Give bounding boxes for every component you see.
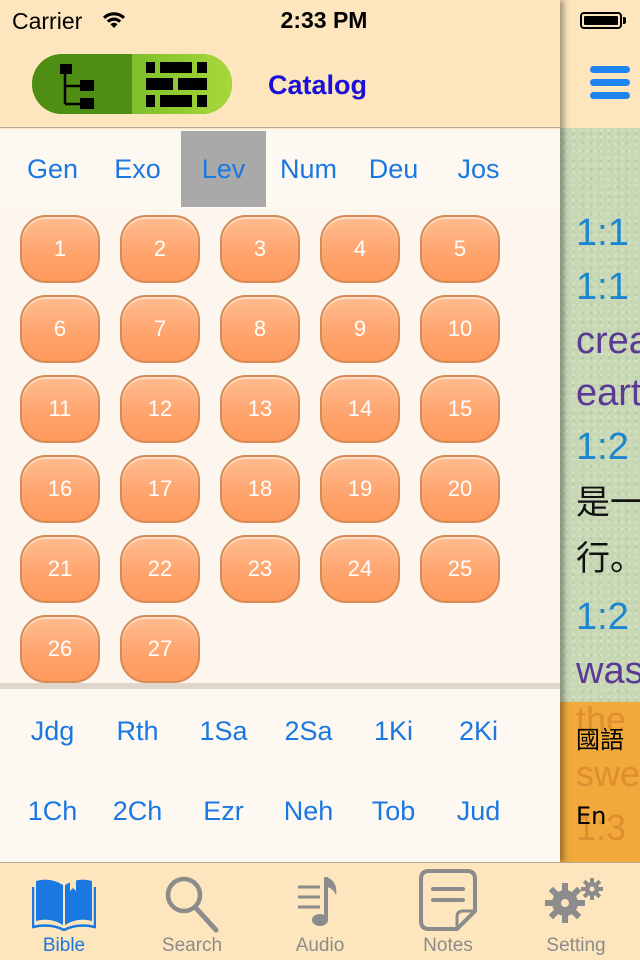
verse-ref: 1:2	[576, 596, 629, 638]
language-label: En	[576, 802, 607, 830]
chapter-button[interactable]: 19	[320, 455, 400, 523]
chapter-button[interactable]: 21	[20, 535, 100, 603]
book-tob[interactable]: Tob	[351, 773, 436, 849]
chapter-button[interactable]: 6	[20, 295, 100, 363]
book-deu[interactable]: Deu	[351, 131, 436, 207]
clock: 2:33 PM	[280, 7, 368, 33]
menu-icon-bar	[590, 66, 630, 73]
verse-text-ghost: swe	[576, 753, 640, 794]
tab-bar: Bible Search Audio Notes Setting	[0, 862, 640, 960]
tab-label: Notes	[423, 935, 473, 956]
gears-icon	[545, 878, 603, 923]
chapter-button[interactable]: 26	[20, 615, 100, 683]
chapter-button[interactable]: 17	[120, 455, 200, 523]
music-list-icon	[298, 877, 337, 926]
catalog-title[interactable]: Catalog	[268, 70, 367, 101]
note-icon	[419, 869, 477, 931]
menu-icon-bar	[590, 92, 630, 99]
tree-hierarchy-icon	[60, 64, 94, 109]
hamburger-menu-button[interactable]	[590, 66, 630, 100]
book-rth[interactable]: Rth	[95, 693, 180, 769]
status-bar: Carrier 2:33 PM	[0, 0, 560, 40]
book-neh[interactable]: Neh	[266, 773, 351, 849]
tab-setting[interactable]: Setting	[512, 863, 640, 960]
book-jos[interactable]: Jos	[436, 131, 521, 207]
tab-label: Audio	[295, 935, 345, 956]
tab-label: Bible	[42, 935, 86, 956]
chapter-button[interactable]: 4	[320, 215, 400, 283]
view-mode-segmented-control[interactable]	[32, 54, 232, 114]
book-exo[interactable]: Exo	[95, 131, 180, 207]
catalog-panel: Carrier 2:33 PM Catalog Gen Exo Lev Num …	[0, 0, 560, 862]
language-label: 國語	[576, 726, 624, 754]
chapter-button[interactable]: 2	[120, 215, 200, 283]
book-2ki[interactable]: 2Ki	[436, 693, 521, 769]
book-row: 1Ch 2Ch Ezr Neh Tob Jud	[0, 771, 560, 851]
book-catalog-list: Gen Exo Lev Num Deu Jos 1 2 3 4 5 6 7 8 …	[0, 129, 560, 862]
magnifier-icon	[165, 876, 219, 933]
chapter-button[interactable]: 16	[20, 455, 100, 523]
menu-icon-bar	[590, 79, 630, 86]
chapter-button[interactable]: 20	[420, 455, 500, 523]
chapter-button[interactable]: 10	[420, 295, 500, 363]
verse-text-zh: 是一	[576, 483, 640, 523]
tab-audio[interactable]: Audio	[256, 863, 384, 960]
chapter-button[interactable]: 9	[320, 295, 400, 363]
book-jud[interactable]: Jud	[436, 773, 521, 849]
book-lev-selected[interactable]: Lev	[181, 131, 266, 207]
reader-view: 1:1 1:1 crea eart 1:2 是一 行。 1:2 was the …	[558, 0, 640, 862]
language-button-english[interactable]: En	[576, 802, 606, 830]
book-row: Jdg Rth 1Sa 2Sa 1Ki 2Ki	[0, 691, 560, 771]
language-button-chinese[interactable]: 國語	[576, 720, 624, 755]
verse-text-zh: 行。	[576, 539, 640, 579]
tab-label: Setting	[546, 935, 606, 956]
book-1ki[interactable]: 1Ki	[351, 693, 436, 769]
verse-ref: 1:1	[576, 212, 629, 254]
chapter-button[interactable]: 24	[320, 535, 400, 603]
verse-text-en: crea	[576, 320, 640, 362]
chapter-button[interactable]: 23	[220, 535, 300, 603]
tab-notes[interactable]: Notes	[384, 863, 512, 960]
chapter-button[interactable]: 12	[120, 375, 200, 443]
verse-ref: 1:1	[576, 266, 629, 308]
book-2ch[interactable]: 2Ch	[95, 773, 180, 849]
book-num[interactable]: Num	[266, 131, 351, 207]
segment-grid-view[interactable]	[132, 54, 232, 114]
chapter-button[interactable]: 15	[420, 375, 500, 443]
open-book-icon	[32, 878, 96, 931]
navigation-bar: Catalog	[0, 40, 560, 128]
book-ezr[interactable]: Ezr	[181, 773, 266, 849]
book-1sa[interactable]: 1Sa	[181, 693, 266, 769]
chapter-button[interactable]: 25	[420, 535, 500, 603]
chapter-button[interactable]: 5	[420, 215, 500, 283]
chapter-button[interactable]: 18	[220, 455, 300, 523]
chapter-button[interactable]: 3	[220, 215, 300, 283]
book-row: Gen Exo Lev Num Deu Jos	[0, 129, 560, 209]
chapter-button[interactable]: 8	[220, 295, 300, 363]
tab-search[interactable]: Search	[128, 863, 256, 960]
book-gen[interactable]: Gen	[10, 131, 95, 207]
chapter-button[interactable]: 27	[120, 615, 200, 683]
tab-bible[interactable]: Bible	[0, 863, 128, 960]
book-jdg[interactable]: Jdg	[10, 693, 95, 769]
verse-ref: 1:2	[576, 426, 629, 468]
book-1ch[interactable]: 1Ch	[10, 773, 95, 849]
chapter-button[interactable]: 11	[20, 375, 100, 443]
verse-text-area[interactable]: 1:1 1:1 crea eart 1:2 是一 行。 1:2 was	[558, 128, 640, 702]
tab-label: Search	[161, 935, 223, 956]
chapter-button[interactable]: 14	[320, 375, 400, 443]
verse-text-en: eart	[576, 372, 640, 414]
brick-grid-icon	[146, 62, 207, 107]
chapter-button[interactable]: 13	[220, 375, 300, 443]
chapter-grid: 1 2 3 4 5 6 7 8 9 10 11 12 13 14 15 16 1…	[0, 209, 560, 689]
book-2sa[interactable]: 2Sa	[266, 693, 351, 769]
chapter-button[interactable]: 22	[120, 535, 200, 603]
language-panel: the swe 1:3 國語 En	[558, 702, 640, 862]
segment-tree-view[interactable]	[32, 54, 132, 114]
chapter-button[interactable]: 1	[20, 215, 100, 283]
chapter-button[interactable]: 7	[120, 295, 200, 363]
verse-text-en: was	[576, 650, 640, 692]
